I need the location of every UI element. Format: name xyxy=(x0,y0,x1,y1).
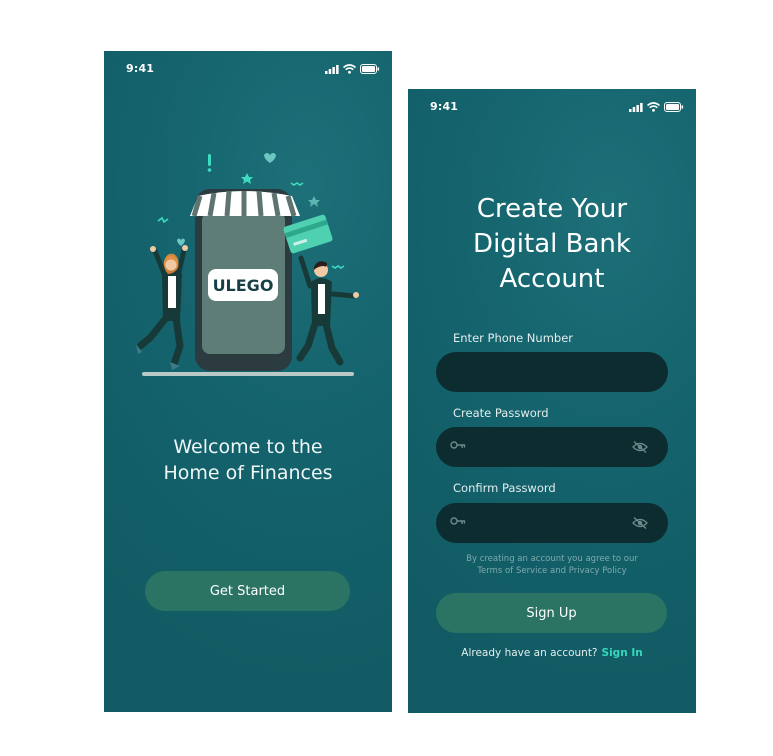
signal-icon xyxy=(629,102,643,112)
create-password-label: Create Password xyxy=(453,406,549,420)
status-bar: 9:41 xyxy=(104,51,392,87)
confirm-password-label: Confirm Password xyxy=(453,481,556,495)
status-icons xyxy=(325,64,380,74)
phone-number-label: Enter Phone Number xyxy=(453,331,573,345)
welcome-line-1: Welcome to the xyxy=(173,436,323,458)
page-title: Create Your Digital Bank Account xyxy=(473,194,631,294)
welcome-line-2: Home of Finances xyxy=(163,462,333,484)
sign-up-button[interactable]: Sign Up xyxy=(436,593,667,633)
have-account-text: Already have an account? xyxy=(461,647,598,659)
terms-line-2[interactable]: Terms of Service and Privacy Policy xyxy=(408,565,696,577)
sign-in-prompt: Already have an account? Sign In xyxy=(408,647,696,659)
wifi-icon xyxy=(647,102,660,112)
battery-icon xyxy=(664,102,684,112)
get-started-button[interactable]: Get Started xyxy=(145,571,350,611)
welcome-screen: 9:41 ULEGO Welcome to the Home of Financ… xyxy=(104,51,392,712)
eye-off-icon[interactable] xyxy=(632,516,648,530)
terms-text: By creating an account you agree to our … xyxy=(408,553,696,577)
welcome-text: Welcome to the Home of Finances xyxy=(104,434,392,486)
key-icon xyxy=(450,441,466,449)
signal-icon xyxy=(325,64,339,74)
status-icons xyxy=(629,102,684,112)
confirm-password-field[interactable] xyxy=(436,503,668,543)
shop-illustration: ULEGO xyxy=(136,153,359,376)
signup-screen: 9:41 Create Your Digital Bank Account En… xyxy=(408,89,696,713)
eye-off-icon[interactable] xyxy=(632,440,648,454)
status-time: 9:41 xyxy=(126,62,155,75)
phone-number-field[interactable] xyxy=(436,352,668,392)
terms-line-1: By creating an account you agree to our xyxy=(466,554,638,564)
logo-text: ULEGO xyxy=(213,276,274,295)
status-bar: 9:41 xyxy=(408,89,696,125)
key-icon xyxy=(450,517,466,525)
wifi-icon xyxy=(343,64,356,74)
sign-in-link[interactable]: Sign In xyxy=(602,647,643,659)
create-password-field[interactable] xyxy=(436,427,668,467)
battery-icon xyxy=(360,64,380,74)
status-time: 9:41 xyxy=(430,100,459,113)
